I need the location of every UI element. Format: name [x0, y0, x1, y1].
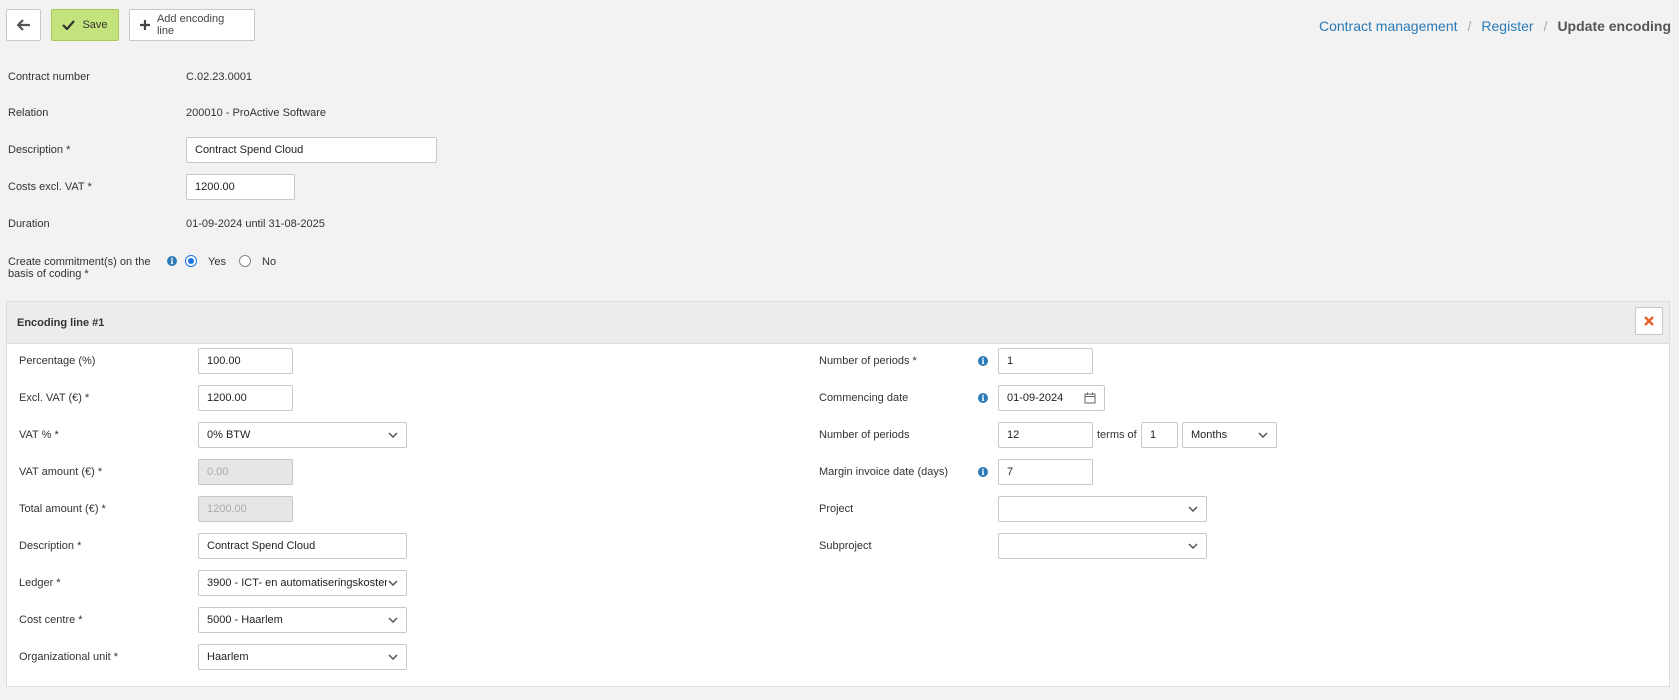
excl-vat-input[interactable]: 1200.00 — [198, 385, 293, 411]
encoding-line-body: Percentage (%) 100.00 Excl. VAT (€) * 12… — [7, 302, 1669, 686]
commitment-yes-label: Yes — [208, 256, 226, 268]
percentage-input[interactable]: 100.00 — [198, 348, 293, 374]
total-amount-value: 1200.00 — [207, 503, 247, 515]
chevron-down-icon — [1188, 543, 1198, 549]
costs-excl-vat-label: Costs excl. VAT * — [8, 181, 92, 193]
commitment-no-label: No — [262, 256, 277, 268]
commencing-date-value: 01-09-2024 — [1007, 392, 1064, 404]
commencing-date-input[interactable]: 01-09-2024 — [998, 385, 1105, 411]
create-commitment-label: Create commitment(s) on the basis of cod… — [8, 256, 150, 280]
duration-label: Duration — [8, 218, 50, 230]
ledger-label: Ledger * — [19, 577, 61, 589]
cost-centre-value: 5000 - Haarlem — [207, 614, 283, 626]
save-button[interactable]: Save — [51, 9, 119, 41]
ledger-select[interactable]: 3900 - ICT- en automatiseringskosten — [198, 570, 407, 596]
line-description-value: Contract Spend Cloud — [207, 540, 316, 552]
subproject-label: Subproject — [819, 540, 872, 552]
periods-input[interactable]: 12 — [998, 422, 1093, 448]
subproject-select[interactable] — [998, 533, 1207, 559]
total-amount-input: 1200.00 — [198, 496, 293, 522]
breadcrumb-separator: / — [1543, 18, 1548, 34]
term-unit-select[interactable]: Months — [1182, 422, 1277, 448]
plus-icon — [140, 20, 150, 30]
commitment-no-radio[interactable] — [239, 255, 251, 267]
number-of-periods-value: 1 — [1007, 355, 1014, 367]
vat-amount-input: 0.00 — [198, 459, 293, 485]
margin-invoice-date-value: 7 — [1007, 466, 1014, 478]
description-input-value: Contract Spend Cloud — [195, 144, 304, 156]
duration-value: 01-09-2024 until 31-08-2025 — [186, 218, 325, 230]
description-label: Description * — [8, 144, 71, 156]
percentage-label: Percentage (%) — [19, 355, 96, 367]
project-label: Project — [819, 503, 854, 515]
toolbar: Save Add encoding line — [6, 9, 255, 41]
organizational-unit-label: Organizational unit * — [19, 651, 119, 663]
chevron-down-icon — [1188, 506, 1198, 512]
info-icon[interactable]: i — [978, 467, 988, 477]
cost-centre-select[interactable]: 5000 - Haarlem — [198, 607, 407, 633]
periods-label: Number of periods — [819, 429, 910, 441]
number-of-periods-input[interactable]: 1 — [998, 348, 1093, 374]
vat-amount-value: 0.00 — [207, 466, 229, 478]
organizational-unit-select[interactable]: Haarlem — [198, 644, 407, 670]
contract-number-value: C.02.23.0001 — [186, 71, 253, 83]
breadcrumb-register[interactable]: Register — [1481, 18, 1533, 34]
chevron-down-icon — [388, 617, 398, 623]
relation-label: Relation — [8, 107, 49, 119]
breadcrumb-separator: / — [1467, 18, 1472, 34]
percentage-value: 100.00 — [207, 355, 241, 367]
total-amount-label: Total amount (€) * — [19, 503, 106, 515]
chevron-down-icon — [388, 432, 398, 438]
terms-input[interactable]: 1 — [1141, 422, 1178, 448]
excl-vat-value: 1200.00 — [207, 392, 247, 404]
project-select[interactable] — [998, 496, 1207, 522]
contract-number-label: Contract number — [8, 71, 90, 83]
calendar-icon[interactable] — [1084, 392, 1096, 404]
ledger-value: 3900 - ICT- en automatiseringskosten — [207, 577, 387, 589]
margin-invoice-date-input[interactable]: 7 — [998, 459, 1093, 485]
chevron-down-icon — [388, 654, 398, 660]
terms-of-label: terms of — [1097, 429, 1137, 441]
encoding-line-panel: Encoding line #1 Percentage (%) 100.00 E… — [6, 301, 1670, 687]
breadcrumb: Contract management / Register / Update … — [1319, 18, 1671, 34]
excl-vat-label: Excl. VAT (€) * — [19, 392, 90, 404]
chevron-down-icon — [388, 580, 398, 586]
create-commitment-label-line2: basis of coding * — [8, 268, 89, 280]
info-icon[interactable]: i — [978, 356, 988, 366]
line-description-label: Description * — [19, 540, 82, 552]
cost-centre-label: Cost centre * — [19, 614, 83, 626]
breadcrumb-contract-management[interactable]: Contract management — [1319, 18, 1458, 34]
arrow-left-icon — [16, 19, 30, 31]
info-icon[interactable]: i — [978, 393, 988, 403]
chevron-down-icon — [1258, 432, 1268, 438]
costs-excl-vat-input[interactable]: 1200.00 — [186, 174, 295, 200]
organizational-unit-value: Haarlem — [207, 651, 249, 663]
number-of-periods-label: Number of periods * — [819, 355, 917, 367]
commitment-yes-radio[interactable] — [185, 255, 197, 267]
relation-value: 200010 - ProActive Software — [186, 107, 327, 119]
vat-percentage-label: VAT % * — [19, 429, 59, 441]
add-encoding-line-button[interactable]: Add encoding line — [129, 9, 255, 41]
vat-amount-label: VAT amount (€) * — [19, 466, 103, 478]
term-unit-value: Months — [1191, 429, 1228, 441]
line-description-input[interactable]: Contract Spend Cloud — [198, 533, 407, 559]
info-icon[interactable]: i — [167, 256, 177, 266]
description-input[interactable]: Contract Spend Cloud — [186, 137, 437, 163]
periods-value: 12 — [1007, 429, 1020, 441]
check-icon — [62, 20, 76, 30]
commencing-date-label: Commencing date — [819, 392, 909, 404]
vat-percentage-select[interactable]: 0% BTW — [198, 422, 407, 448]
costs-excl-vat-value: 1200.00 — [195, 181, 235, 193]
add-encoding-line-label: Add encoding line — [156, 13, 225, 37]
margin-invoice-date-label: Margin invoice date (days) — [819, 466, 949, 478]
save-button-label: Save — [82, 19, 108, 31]
create-commitment-label-line1: Create commitment(s) on the — [8, 256, 151, 268]
back-button[interactable] — [6, 9, 41, 41]
breadcrumb-current: Update encoding — [1557, 18, 1671, 34]
terms-value: 1 — [1150, 429, 1157, 441]
vat-percentage-value: 0% BTW — [207, 429, 251, 441]
